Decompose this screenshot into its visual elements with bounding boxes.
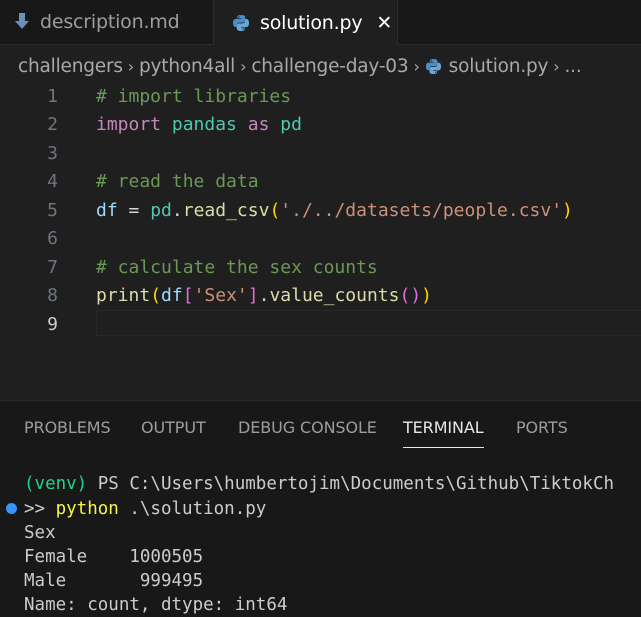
code-variable: df	[96, 199, 118, 221]
breadcrumb-item[interactable]: python4all	[139, 56, 235, 77]
python-icon	[425, 58, 442, 75]
code-variable: df	[161, 285, 183, 307]
terminal-prompt-path: PS C:\Users\humbertojim\Documents\Github…	[87, 474, 615, 494]
code-dot: .	[171, 199, 183, 221]
terminal-venv: (venv)	[24, 474, 88, 494]
code-string: './../datasets/people.csv'	[280, 199, 563, 221]
line-number: 3	[47, 142, 58, 164]
close-icon[interactable]: ✕	[376, 12, 392, 34]
tab-terminal[interactable]: TERMINAL	[403, 418, 484, 448]
line-number: 5	[47, 199, 58, 221]
code-bracket: (	[150, 285, 162, 307]
code-keyword: as	[247, 114, 270, 136]
line-number: 6	[47, 228, 58, 250]
breadcrumb-separator: ›	[413, 56, 420, 76]
tab-ports[interactable]: PORTS	[516, 418, 568, 437]
line-number: 2	[47, 114, 58, 136]
code-operator: =	[117, 199, 151, 221]
code-string: 'Sex'	[193, 285, 248, 307]
terminal-line: >> python .\solution.py	[24, 497, 266, 521]
code-comment: # read the data	[96, 171, 259, 193]
breadcrumb-separator: ›	[240, 56, 247, 76]
breadcrumb-item[interactable]: ...	[565, 56, 582, 77]
code-bracket: [	[182, 285, 194, 307]
code-function: print	[96, 285, 151, 307]
panel-tab-bar: PROBLEMS OUTPUT DEBUG CONSOLE TERMINAL P…	[0, 401, 641, 451]
line-number: 8	[47, 285, 58, 307]
code-bracket: )	[421, 285, 433, 307]
line-number: 1	[47, 85, 58, 107]
editor-tab-bar: description.md solution.py ✕	[0, 0, 641, 45]
code-line[interactable]: 3	[0, 139, 641, 168]
breadcrumb-item[interactable]: challengers	[18, 56, 123, 77]
tab-solution-py[interactable]: solution.py ✕	[214, 0, 398, 45]
tab-label: solution.py	[260, 11, 363, 34]
code-line[interactable]: 7 # calculate the sex counts	[0, 253, 641, 282]
line-number: 9	[47, 313, 58, 335]
code-alias: pd	[280, 114, 302, 136]
breadcrumb: challengers › python4all › challenge-day…	[18, 53, 582, 79]
bottom-panel: PROBLEMS OUTPUT DEBUG CONSOLE TERMINAL P…	[0, 400, 641, 617]
command-status-dot-icon[interactable]	[6, 503, 17, 514]
code-bracket: (	[399, 285, 411, 307]
code-line[interactable]: 6	[0, 225, 641, 254]
tab-output[interactable]: OUTPUT	[141, 418, 206, 437]
terminal-line: (venv) PS C:\Users\humbertojim\Documents…	[24, 472, 614, 496]
line-number: 4	[47, 171, 58, 193]
terminal-line: Sex	[24, 523, 56, 543]
code-module: pd	[150, 199, 172, 221]
code-line[interactable]: 8 print(df['Sex'].value_counts())	[0, 282, 641, 311]
tab-debug-console[interactable]: DEBUG CONSOLE	[238, 418, 377, 437]
code-line[interactable]: 9	[0, 310, 641, 339]
terminal-line: Male 999495	[24, 571, 204, 591]
code-line[interactable]: 1 # import libraries	[0, 82, 641, 111]
breadcrumb-item[interactable]: challenge-day-03	[251, 56, 408, 77]
code-bracket: )	[410, 285, 422, 307]
code-line[interactable]: 4 # read the data	[0, 168, 641, 197]
terminal-command: python	[55, 499, 119, 519]
breadcrumb-item[interactable]: solution.py	[449, 56, 549, 77]
breadcrumb-separator: ›	[553, 56, 560, 76]
terminal-command-arg: .\solution.py	[118, 499, 267, 519]
terminal-continuation: >>	[24, 499, 56, 519]
python-icon	[232, 14, 250, 32]
breadcrumb-separator: ›	[127, 56, 134, 76]
code-comment: # calculate the sex counts	[96, 256, 378, 278]
code-bracket: ]	[247, 285, 259, 307]
code-module: pandas	[171, 114, 237, 136]
line-number: 7	[47, 256, 58, 278]
code-function: read_csv	[182, 199, 270, 221]
code-bracket: )	[562, 199, 573, 221]
code-comment: # import libraries	[96, 85, 292, 107]
code-keyword: import	[96, 114, 162, 136]
code-bracket: (	[269, 199, 281, 221]
tab-problems[interactable]: PROBLEMS	[24, 418, 111, 437]
code-dot: .	[258, 285, 270, 307]
tab-description-md[interactable]: description.md	[0, 0, 214, 44]
code-line[interactable]: 5 df = pd.read_csv('./../datasets/people…	[0, 196, 641, 225]
terminal-line: Name: count, dtype: int64	[24, 595, 288, 615]
code-line[interactable]: 2 import pandas as pd	[0, 111, 641, 140]
tab-label: description.md	[40, 11, 180, 33]
code-function: value_counts	[269, 285, 400, 307]
download-arrow-icon	[15, 13, 29, 31]
terminal-line: Female 1000505	[24, 547, 204, 567]
